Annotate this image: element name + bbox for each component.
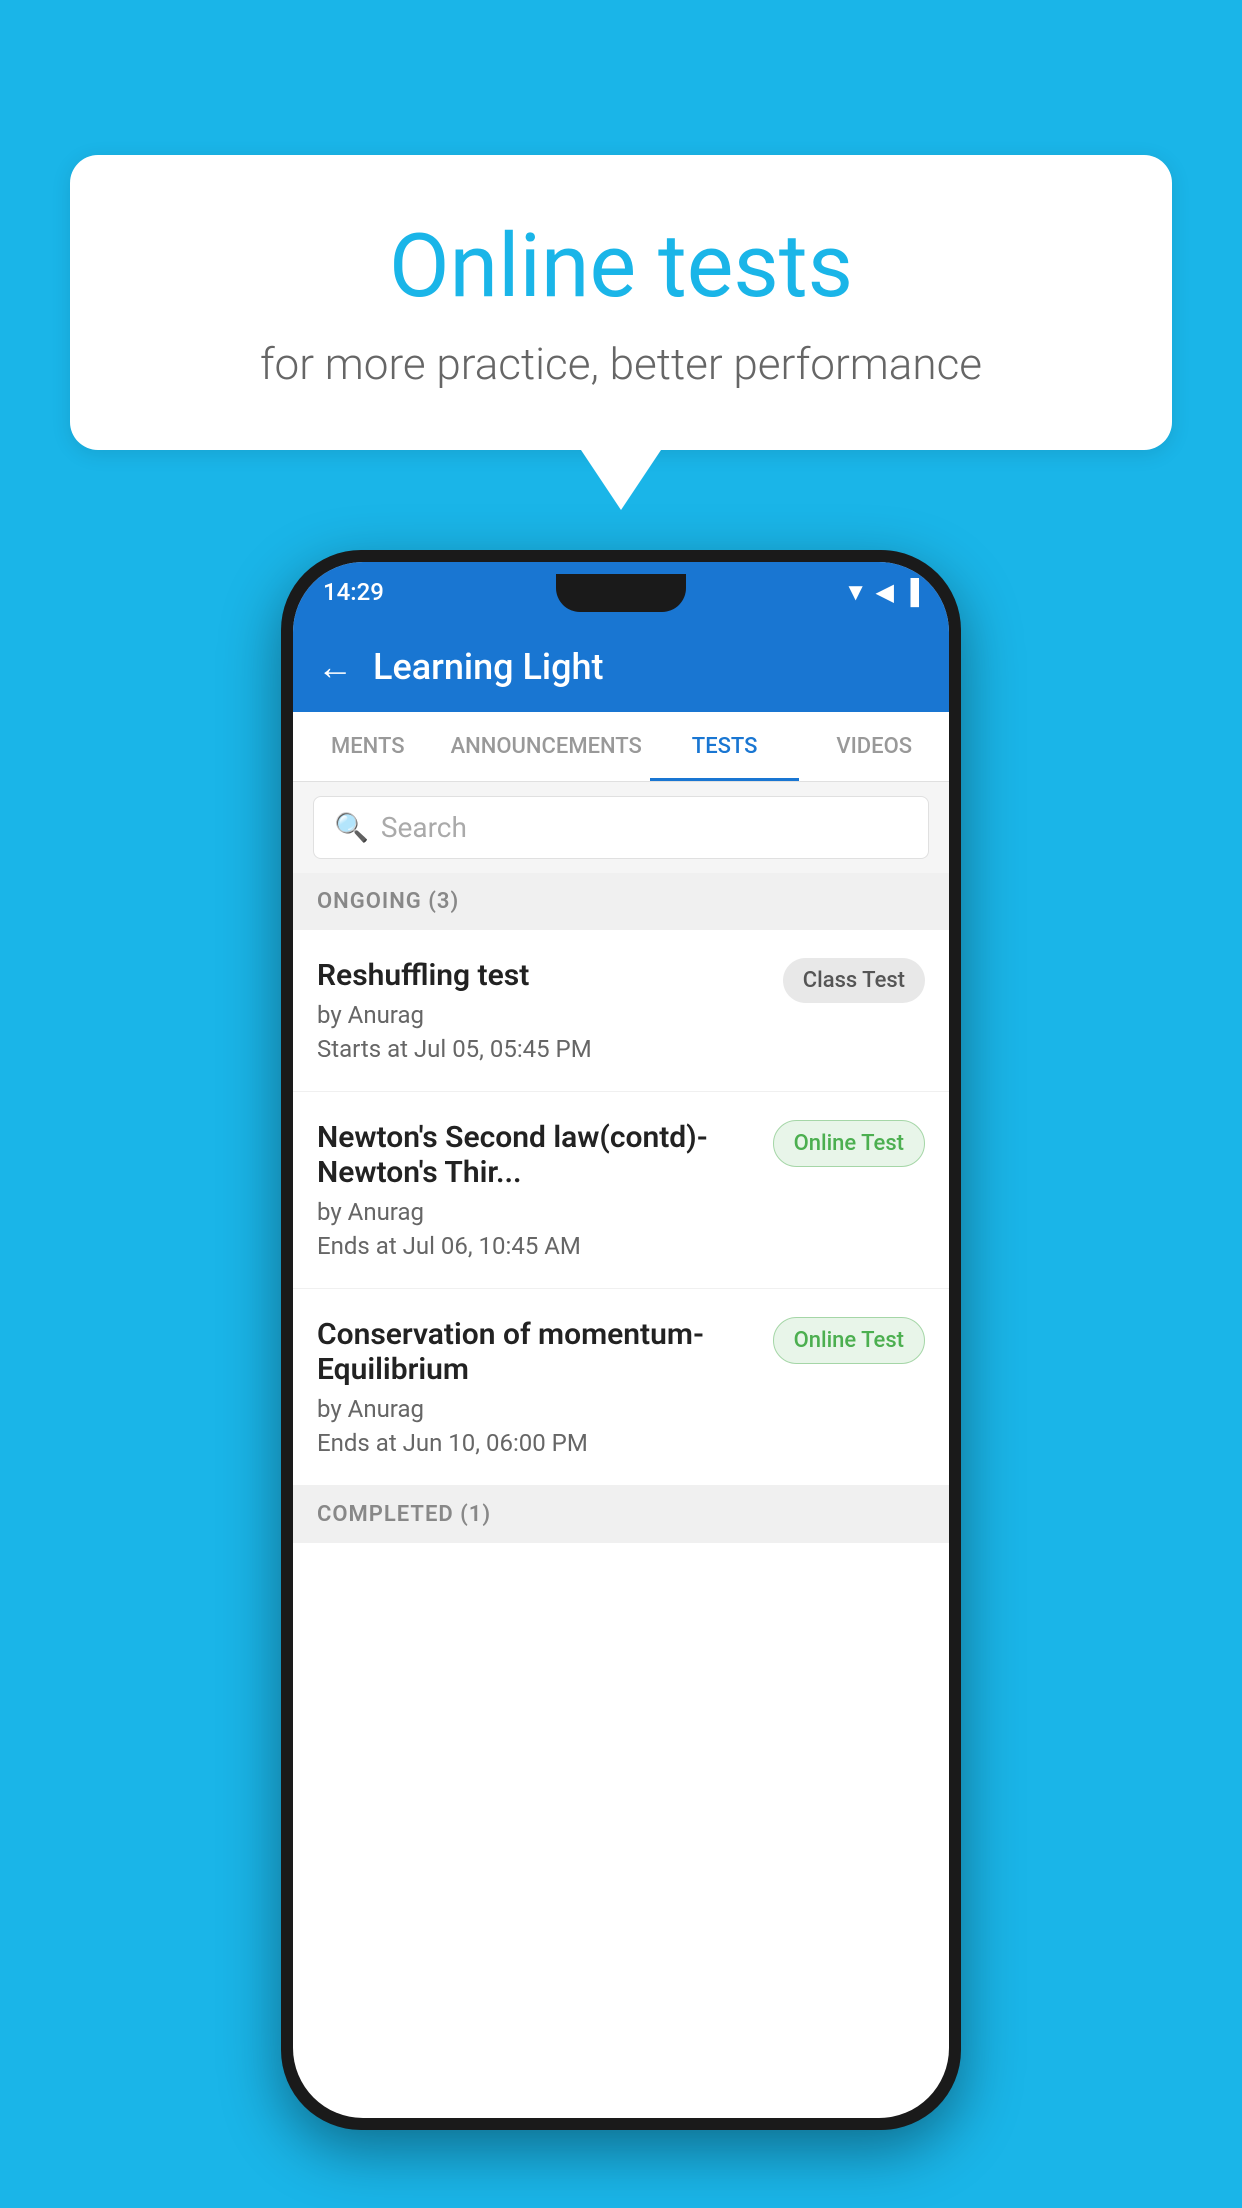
wifi-icon: ▼	[844, 578, 868, 607]
speech-bubble-subtitle: for more practice, better performance	[150, 338, 1092, 390]
speech-bubble-container: Online tests for more practice, better p…	[70, 155, 1172, 510]
search-input-container[interactable]: 🔍 Search	[313, 796, 929, 859]
test-info-1: Reshuffling test by Anurag Starts at Jul…	[317, 958, 767, 1063]
status-time: 14:29	[323, 578, 384, 606]
phone-notch	[556, 574, 686, 612]
test-name-3: Conservation of momentum-Equilibrium	[317, 1317, 757, 1387]
search-bar: 🔍 Search	[293, 782, 949, 873]
phone-frame: 14:29 ▼ ◀ ▐ ← Learning Light MENTS ANNOU…	[281, 550, 961, 2130]
ongoing-section-header: ONGOING (3)	[293, 873, 949, 930]
test-info-2: Newton's Second law(contd)-Newton's Thir…	[317, 1120, 757, 1260]
tab-ments[interactable]: MENTS	[293, 712, 443, 781]
search-placeholder: Search	[381, 811, 467, 844]
completed-label: COMPLETED (1)	[317, 1502, 491, 1527]
battery-icon: ▐	[902, 578, 919, 607]
test-item[interactable]: Reshuffling test by Anurag Starts at Jul…	[293, 930, 949, 1092]
status-icons: ▼ ◀ ▐	[844, 578, 919, 607]
test-author-2: by Anurag	[317, 1198, 757, 1226]
ongoing-label: ONGOING (3)	[317, 889, 459, 914]
tabs-container: MENTS ANNOUNCEMENTS TESTS VIDEOS	[293, 712, 949, 782]
search-icon: 🔍	[334, 811, 369, 844]
test-list: Reshuffling test by Anurag Starts at Jul…	[293, 930, 949, 1486]
test-date-3: Ends at Jun 10, 06:00 PM	[317, 1429, 757, 1457]
test-info-3: Conservation of momentum-Equilibrium by …	[317, 1317, 757, 1457]
test-badge-1: Class Test	[783, 958, 925, 1003]
app-bar: ← Learning Light	[293, 622, 949, 712]
test-date-1: Starts at Jul 05, 05:45 PM	[317, 1035, 767, 1063]
phone-screen: 14:29 ▼ ◀ ▐ ← Learning Light MENTS ANNOU…	[293, 562, 949, 2118]
tab-tests[interactable]: TESTS	[650, 712, 800, 781]
back-button[interactable]: ←	[317, 646, 353, 688]
app-title: Learning Light	[373, 646, 603, 688]
test-date-2: Ends at Jul 06, 10:45 AM	[317, 1232, 757, 1260]
speech-bubble: Online tests for more practice, better p…	[70, 155, 1172, 450]
test-item[interactable]: Conservation of momentum-Equilibrium by …	[293, 1289, 949, 1486]
test-badge-2: Online Test	[773, 1120, 925, 1167]
speech-bubble-arrow	[581, 450, 661, 510]
signal-icon: ◀	[876, 578, 894, 606]
test-author-1: by Anurag	[317, 1001, 767, 1029]
test-name-2: Newton's Second law(contd)-Newton's Thir…	[317, 1120, 757, 1190]
phone-container: 14:29 ▼ ◀ ▐ ← Learning Light MENTS ANNOU…	[281, 550, 961, 2130]
test-badge-3: Online Test	[773, 1317, 925, 1364]
test-author-3: by Anurag	[317, 1395, 757, 1423]
tab-announcements[interactable]: ANNOUNCEMENTS	[443, 712, 650, 781]
test-item[interactable]: Newton's Second law(contd)-Newton's Thir…	[293, 1092, 949, 1289]
tab-videos[interactable]: VIDEOS	[799, 712, 949, 781]
completed-section-header: COMPLETED (1)	[293, 1486, 949, 1543]
test-name-1: Reshuffling test	[317, 958, 767, 993]
speech-bubble-title: Online tests	[150, 215, 1092, 318]
